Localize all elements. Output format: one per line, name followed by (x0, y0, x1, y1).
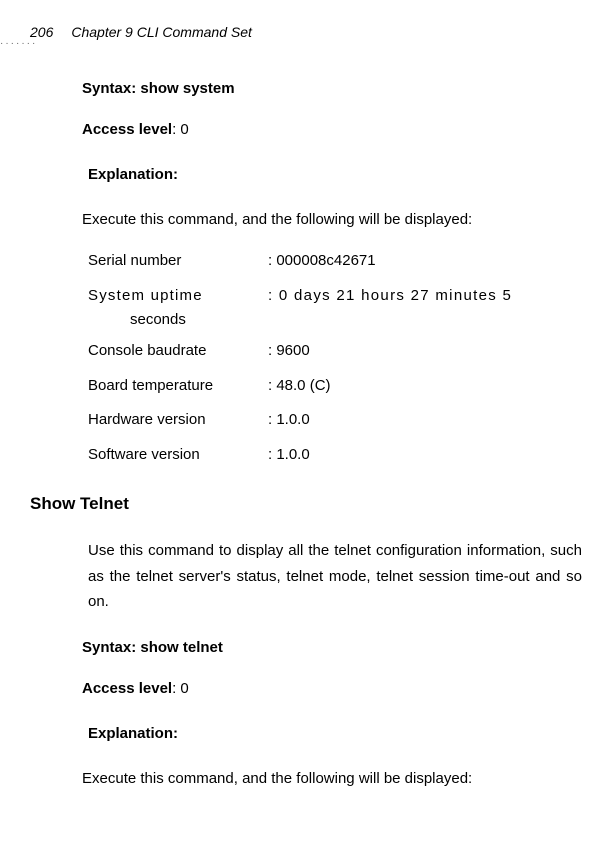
page-content: Syntax: show system Access level: 0 Expl… (30, 80, 582, 787)
show-telnet-description: Use this command to display all the teln… (82, 538, 582, 615)
info-value: : 0 days 21 hours 27 minutes 5 (268, 285, 582, 308)
info-row-uptime: System uptime : 0 days 21 hours 27 minut… (88, 285, 582, 308)
execute-text: Execute this command, and the following … (82, 211, 582, 228)
info-row-hw-version: Hardware version : 1.0.0 (88, 409, 582, 432)
decorative-dots: ······· (0, 38, 37, 49)
explanation-label: Explanation: (82, 166, 582, 183)
uptime-seconds: seconds (88, 311, 582, 328)
section-heading-show-telnet: Show Telnet (30, 494, 582, 514)
page-header: 206 Chapter 9 CLI Command Set (30, 24, 582, 40)
info-value: : 1.0.0 (268, 409, 582, 432)
access-level-label: Access level (82, 121, 172, 138)
info-row-serial: Serial number : 000008c42671 (88, 250, 582, 273)
access-level-label: Access level (82, 680, 172, 697)
access-level-row: Access level: 0 (82, 680, 582, 697)
info-value: : 1.0.0 (268, 444, 582, 467)
syntax-show-system: Syntax: show system (82, 80, 582, 97)
explanation-label: Explanation: (82, 725, 582, 742)
syntax-show-telnet: Syntax: show telnet (82, 639, 582, 656)
info-label: Serial number (88, 250, 268, 273)
info-row-temperature: Board temperature : 48.0 (C) (88, 375, 582, 398)
system-info-block: Serial number : 000008c42671 System upti… (82, 250, 582, 466)
access-level-value: : 0 (172, 680, 189, 697)
info-label: Software version (88, 444, 268, 467)
info-value: : 48.0 (C) (268, 375, 582, 398)
info-label: Board temperature (88, 375, 268, 398)
info-label: Console baudrate (88, 340, 268, 363)
access-level-value: : 0 (172, 121, 189, 138)
info-value: : 000008c42671 (268, 250, 582, 273)
info-label: System uptime (88, 285, 268, 308)
info-row-sw-version: Software version : 1.0.0 (88, 444, 582, 467)
execute-text: Execute this command, and the following … (82, 770, 582, 787)
info-value: : 9600 (268, 340, 582, 363)
chapter-title: Chapter 9 CLI Command Set (71, 24, 252, 40)
access-level-row: Access level: 0 (82, 121, 582, 138)
info-label: Hardware version (88, 409, 268, 432)
info-row-baudrate: Console baudrate : 9600 (88, 340, 582, 363)
